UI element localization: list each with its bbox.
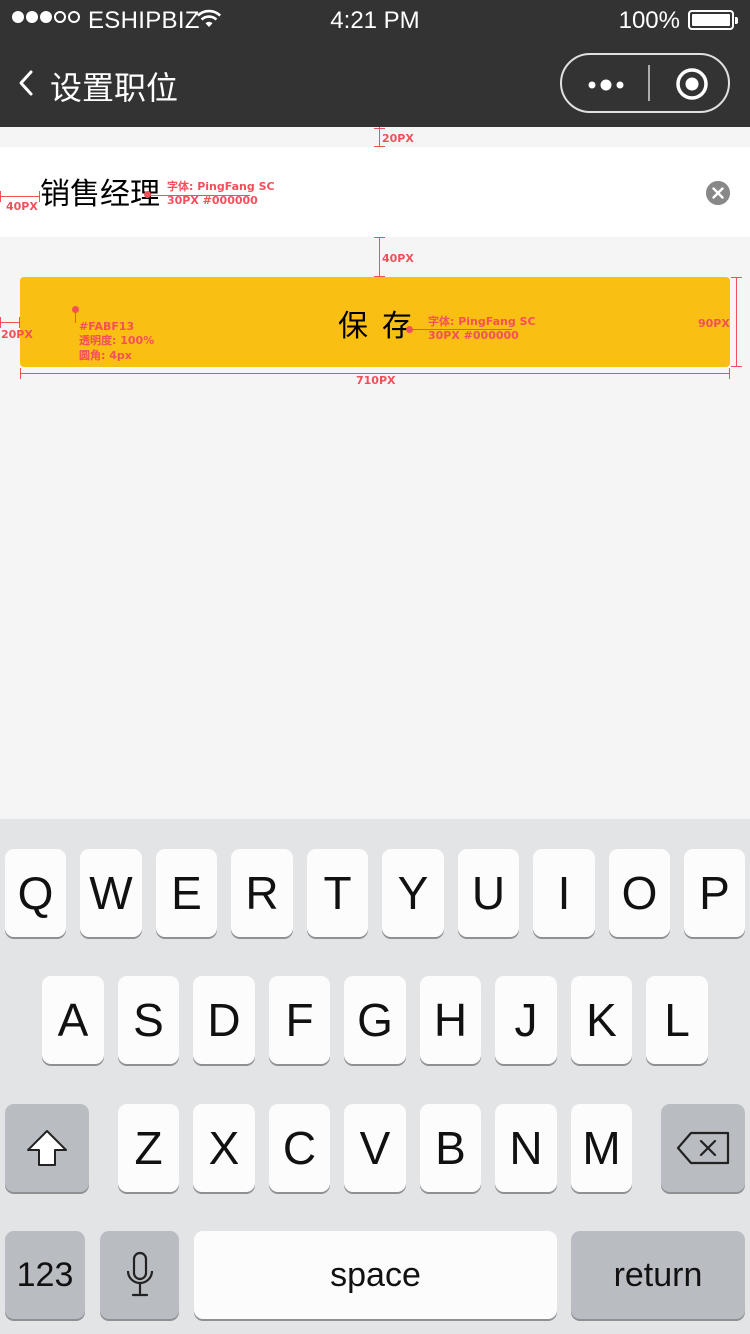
key-v[interactable]: V bbox=[344, 1104, 406, 1192]
battery-percent: 100% bbox=[618, 7, 680, 34]
annotation-btn-color: #FABF13 bbox=[79, 320, 135, 333]
key-b[interactable]: B bbox=[420, 1104, 481, 1192]
chevron-left-icon[interactable] bbox=[16, 68, 38, 98]
key-l[interactable]: L bbox=[646, 976, 708, 1064]
key-c[interactable]: C bbox=[269, 1104, 330, 1192]
key-s[interactable]: S bbox=[118, 976, 179, 1064]
backspace-icon bbox=[676, 1131, 730, 1165]
key-e[interactable]: E bbox=[156, 849, 217, 937]
key-o[interactable]: O bbox=[609, 849, 670, 937]
more-dots-icon[interactable] bbox=[584, 73, 628, 97]
key-x[interactable]: X bbox=[193, 1104, 255, 1192]
return-key[interactable]: return bbox=[571, 1231, 745, 1319]
page-title: 设置职位 bbox=[50, 69, 179, 107]
key-r[interactable]: R bbox=[231, 849, 293, 937]
target-circle-icon[interactable] bbox=[674, 66, 710, 102]
position-input-value[interactable]: 销售经理 bbox=[40, 169, 160, 213]
key-z[interactable]: Z bbox=[118, 1104, 179, 1192]
key-q[interactable]: Q bbox=[5, 849, 66, 937]
key-n[interactable]: N bbox=[495, 1104, 557, 1192]
key-w[interactable]: W bbox=[80, 849, 142, 937]
status-bar: ESHIPBIZ 4:21 PM 100% bbox=[0, 0, 750, 40]
annotation-top-gap: 20PX bbox=[382, 132, 414, 145]
key-k[interactable]: K bbox=[571, 976, 632, 1064]
annotation-btn-opacity: 透明度: 100% bbox=[79, 334, 155, 347]
keyboard: Q W E R T Y U I O P A S D F G H J K L Z … bbox=[0, 819, 750, 1334]
mini-program-capsule bbox=[560, 53, 730, 113]
key-f[interactable]: F bbox=[269, 976, 330, 1064]
key-j[interactable]: J bbox=[495, 976, 557, 1064]
top-bar: ESHIPBIZ 4:21 PM 100% 设置职位 bbox=[0, 0, 750, 127]
space-key[interactable]: space bbox=[194, 1231, 557, 1319]
annotation-btn-radius: 圆角: 4px bbox=[79, 349, 132, 362]
microphone-icon bbox=[126, 1251, 153, 1297]
annotation-btn-size: 30PX #000000 bbox=[428, 329, 519, 342]
battery-icon bbox=[688, 10, 738, 30]
shift-key[interactable] bbox=[5, 1104, 89, 1192]
shift-arrow-icon bbox=[27, 1130, 67, 1166]
delete-key[interactable] bbox=[661, 1104, 745, 1192]
annotation-input-font: 字体: PingFang SC bbox=[167, 180, 275, 193]
key-h[interactable]: H bbox=[420, 976, 481, 1064]
annotation-input-left: 40PX bbox=[6, 200, 38, 213]
annotation-mid-gap: 40PX bbox=[382, 252, 414, 265]
annotation-dot bbox=[72, 306, 79, 313]
key-g[interactable]: G bbox=[344, 976, 406, 1064]
key-m[interactable]: M bbox=[571, 1104, 632, 1192]
key-t[interactable]: T bbox=[307, 849, 368, 937]
annotation-input-size: 30PX #000000 bbox=[167, 194, 258, 207]
key-d[interactable]: D bbox=[193, 976, 255, 1064]
key-y[interactable]: Y bbox=[382, 849, 444, 937]
position-input[interactable]: 销售经理 bbox=[0, 147, 750, 237]
annotation-btn-left: 20PX bbox=[1, 328, 33, 341]
numbers-key[interactable]: 123 bbox=[5, 1231, 85, 1319]
annotation-btn-width: 710PX bbox=[356, 374, 396, 387]
annotation-btn-font: 字体: PingFang SC bbox=[428, 315, 536, 328]
annotation-btn-height: 90PX bbox=[698, 317, 730, 330]
clear-circle-x-icon[interactable] bbox=[706, 181, 730, 205]
key-u[interactable]: U bbox=[458, 849, 519, 937]
key-a[interactable]: A bbox=[42, 976, 104, 1064]
key-p[interactable]: P bbox=[684, 849, 745, 937]
microphone-key[interactable] bbox=[100, 1231, 179, 1319]
key-i[interactable]: I bbox=[533, 849, 595, 937]
